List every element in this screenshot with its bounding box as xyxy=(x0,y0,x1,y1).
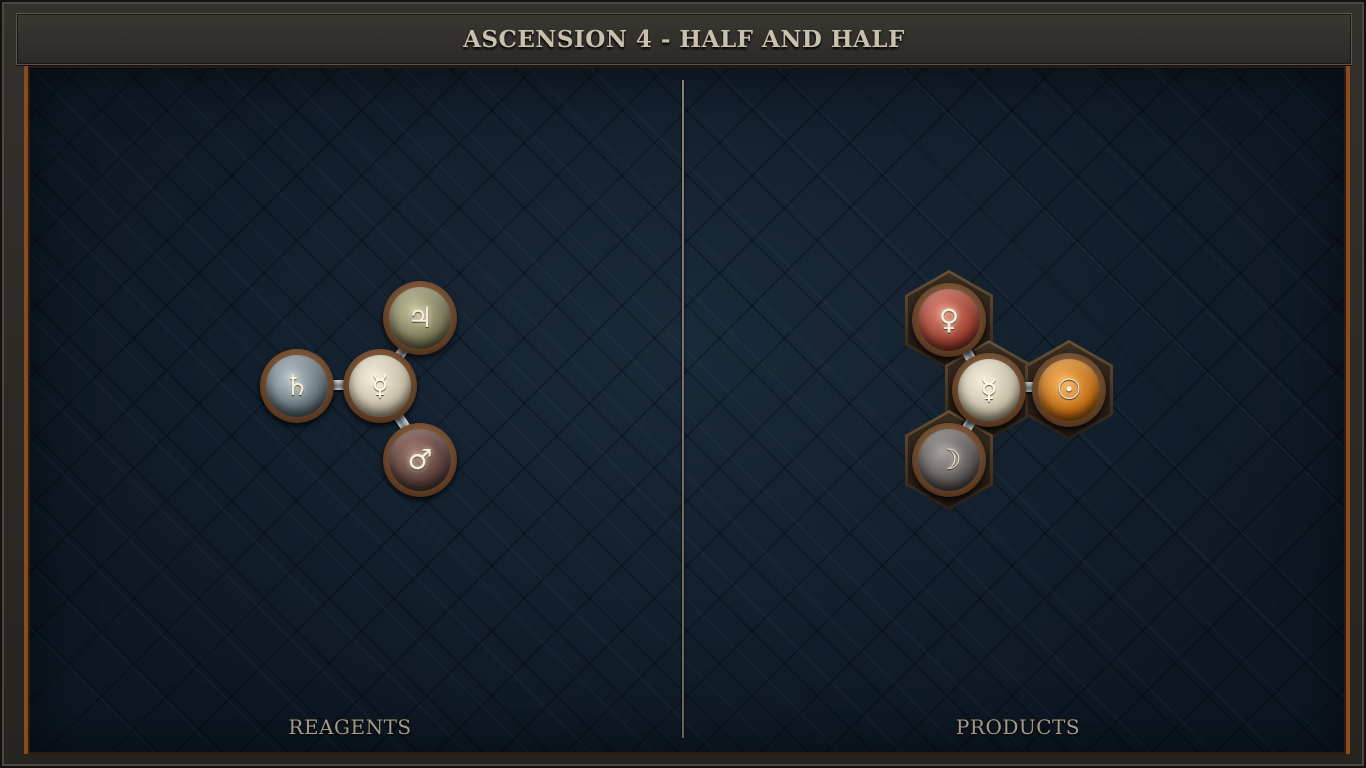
gold-atom-core: ☉ xyxy=(1038,359,1100,421)
iron-atom-core: ♂ xyxy=(389,429,451,491)
puzzle-board xyxy=(24,66,1350,754)
iron-icon: ♂ xyxy=(407,443,433,476)
quicksilver-icon: ☿ xyxy=(371,369,389,402)
iron-atom[interactable]: ♂ xyxy=(383,423,457,497)
copper-icon: ♀ xyxy=(938,303,960,336)
silver-icon: ☽ xyxy=(936,443,962,476)
lead-atom[interactable]: ♄ xyxy=(260,349,334,423)
gold-icon: ☉ xyxy=(1056,373,1082,406)
lead-icon: ♄ xyxy=(284,369,310,402)
tin-atom[interactable]: ♃ xyxy=(383,281,457,355)
quicksilver-atom[interactable]: ☿ xyxy=(952,353,1026,427)
title-bar: ASCENSION 4 - HALF AND HALF xyxy=(16,13,1352,65)
panel-divider xyxy=(682,80,684,738)
copper-atom-core: ♀ xyxy=(918,289,980,351)
quicksilver-atom-core: ☿ xyxy=(958,359,1020,421)
quicksilver-icon: ☿ xyxy=(980,373,998,406)
gold-atom[interactable]: ☉ xyxy=(1032,353,1106,427)
silver-atom-core: ☽ xyxy=(918,429,980,491)
silver-atom[interactable]: ☽ xyxy=(912,423,986,497)
quicksilver-atom[interactable]: ☿ xyxy=(343,349,417,423)
lead-atom-core: ♄ xyxy=(266,355,328,417)
reagents-label: REAGENTS xyxy=(288,715,412,739)
tin-icon: ♃ xyxy=(407,301,433,334)
tin-atom-core: ♃ xyxy=(389,287,451,349)
copper-atom[interactable]: ♀ xyxy=(912,283,986,357)
quicksilver-atom-core: ☿ xyxy=(349,355,411,417)
products-label: PRODUCTS xyxy=(955,715,1081,739)
puzzle-title: ASCENSION 4 - HALF AND HALF xyxy=(463,25,905,53)
